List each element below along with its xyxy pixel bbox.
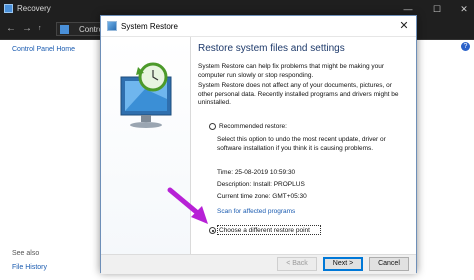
annotation-arrow-icon: [167, 187, 208, 224]
